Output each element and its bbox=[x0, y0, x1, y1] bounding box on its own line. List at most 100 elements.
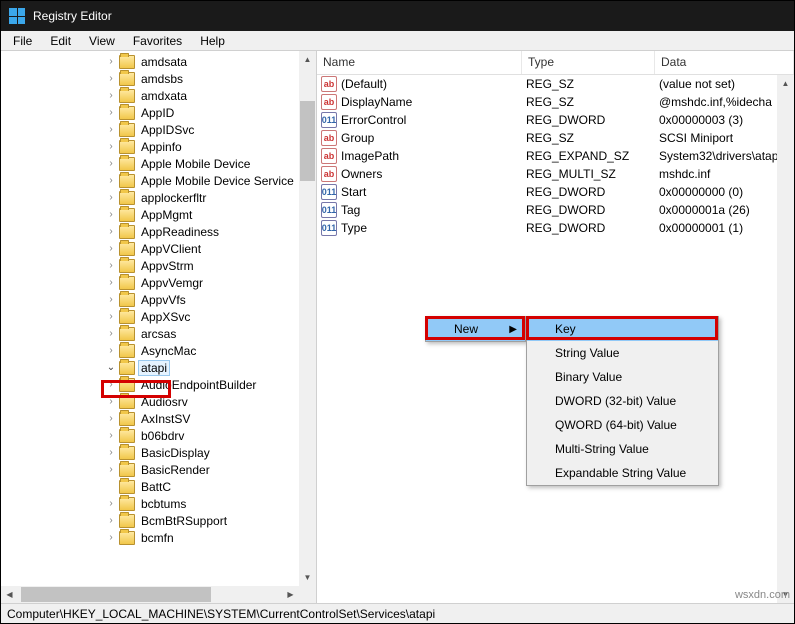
tree-item[interactable]: ›Appinfo bbox=[1, 138, 316, 155]
tree-item[interactable]: ›AppVClient bbox=[1, 240, 316, 257]
chevron-right-icon[interactable]: › bbox=[105, 328, 117, 339]
folder-icon bbox=[119, 497, 135, 511]
tree-item[interactable]: ›AppMgmt bbox=[1, 206, 316, 223]
scroll-thumb[interactable] bbox=[300, 101, 315, 181]
tree-item[interactable]: ›AxInstSV bbox=[1, 410, 316, 427]
tree-item[interactable]: ⌄atapi bbox=[1, 359, 316, 376]
scroll-down-icon[interactable]: ▼ bbox=[299, 569, 316, 586]
chevron-right-icon[interactable]: › bbox=[105, 175, 117, 186]
list-row[interactable]: abDisplayNameREG_SZ@mshdc.inf,%idecha bbox=[317, 93, 794, 111]
list-row[interactable]: 011ErrorControlREG_DWORD0x00000003 (3) bbox=[317, 111, 794, 129]
chevron-right-icon[interactable]: › bbox=[105, 56, 117, 67]
tree-item-label: BattC bbox=[139, 480, 173, 494]
tree-item[interactable]: › Apple Mobile Device Service bbox=[1, 172, 316, 189]
scroll-right-icon[interactable]: ▶ bbox=[282, 586, 299, 603]
tree-item-label: BcmBtRSupport bbox=[139, 514, 229, 528]
tree-item[interactable]: ›BasicDisplay bbox=[1, 444, 316, 461]
folder-icon bbox=[119, 276, 135, 290]
tree-item[interactable]: ›AsyncMac bbox=[1, 342, 316, 359]
chevron-right-icon[interactable]: › bbox=[105, 430, 117, 441]
submenu-item[interactable]: Key bbox=[527, 317, 718, 341]
tree-item[interactable]: ›amdsbs bbox=[1, 70, 316, 87]
submenu-item[interactable]: String Value bbox=[527, 341, 718, 365]
submenu-item[interactable]: DWORD (32-bit) Value bbox=[527, 389, 718, 413]
chevron-right-icon[interactable]: › bbox=[105, 464, 117, 475]
tree-scrollbar-vertical[interactable]: ▲ ▼ bbox=[299, 51, 316, 586]
chevron-right-icon[interactable]: › bbox=[105, 294, 117, 305]
tree-item[interactable]: ›bcmfn bbox=[1, 529, 316, 546]
chevron-right-icon[interactable]: › bbox=[105, 124, 117, 135]
scroll-left-icon[interactable]: ◀ bbox=[1, 586, 18, 603]
chevron-right-icon[interactable]: › bbox=[105, 311, 117, 322]
menu-edit[interactable]: Edit bbox=[42, 32, 79, 50]
tree-item[interactable]: ›AppvStrm bbox=[1, 257, 316, 274]
tree-item[interactable]: ›AppIDSvc bbox=[1, 121, 316, 138]
context-new[interactable]: New ▶ bbox=[426, 317, 525, 341]
tree-item[interactable]: ›AppvVfs bbox=[1, 291, 316, 308]
list-scrollbar-vertical[interactable]: ▲ ▼ bbox=[777, 75, 794, 603]
tree-item[interactable]: ›AppReadiness bbox=[1, 223, 316, 240]
chevron-right-icon[interactable]: › bbox=[105, 192, 117, 203]
column-type[interactable]: Type bbox=[522, 51, 655, 74]
list-row[interactable]: abOwnersREG_MULTI_SZmshdc.inf bbox=[317, 165, 794, 183]
menu-file[interactable]: File bbox=[5, 32, 40, 50]
chevron-right-icon[interactable]: › bbox=[105, 209, 117, 220]
tree-item[interactable]: ›AudioEndpointBuilder bbox=[1, 376, 316, 393]
tree-item[interactable]: ›AppXSvc bbox=[1, 308, 316, 325]
tree-item[interactable]: ›Audiosrv bbox=[1, 393, 316, 410]
tree-item[interactable]: ›Apple Mobile Device bbox=[1, 155, 316, 172]
folder-icon bbox=[119, 208, 135, 222]
chevron-right-icon[interactable]: › bbox=[105, 107, 117, 118]
submenu-item[interactable]: Multi-String Value bbox=[527, 437, 718, 461]
menu-help[interactable]: Help bbox=[192, 32, 233, 50]
chevron-right-icon[interactable]: › bbox=[105, 345, 117, 356]
scroll-thumb[interactable] bbox=[21, 587, 211, 602]
scroll-up-icon[interactable]: ▲ bbox=[777, 75, 794, 92]
chevron-right-icon[interactable]: › bbox=[105, 277, 117, 288]
chevron-right-icon[interactable]: › bbox=[105, 413, 117, 424]
tree-item[interactable]: ›BasicRender bbox=[1, 461, 316, 478]
list-row[interactable]: 011TagREG_DWORD0x0000001a (26) bbox=[317, 201, 794, 219]
chevron-right-icon[interactable]: › bbox=[105, 141, 117, 152]
column-name[interactable]: Name bbox=[317, 51, 522, 74]
chevron-right-icon[interactable]: › bbox=[105, 260, 117, 271]
chevron-down-icon[interactable]: ⌄ bbox=[105, 362, 117, 373]
tree-item[interactable]: ›AppID bbox=[1, 104, 316, 121]
tree-item[interactable]: › BcmBtRSupport bbox=[1, 512, 316, 529]
chevron-right-icon[interactable]: › bbox=[105, 447, 117, 458]
submenu-item[interactable]: Expandable String Value bbox=[527, 461, 718, 485]
list-row[interactable]: abImagePathREG_EXPAND_SZSystem32\drivers… bbox=[317, 147, 794, 165]
tree-item[interactable]: ›amdsata bbox=[1, 53, 316, 70]
submenu-item[interactable]: QWORD (64-bit) Value bbox=[527, 413, 718, 437]
list-row[interactable]: ab(Default)REG_SZ(value not set) bbox=[317, 75, 794, 93]
tree-item[interactable]: ›applockerfltr bbox=[1, 189, 316, 206]
list-row[interactable]: 011StartREG_DWORD0x00000000 (0) bbox=[317, 183, 794, 201]
chevron-right-icon[interactable]: › bbox=[105, 158, 117, 169]
tree-item[interactable]: ›arcsas bbox=[1, 325, 316, 342]
menu-view[interactable]: View bbox=[81, 32, 123, 50]
tree-item-label: Apple Mobile Device Service bbox=[139, 174, 296, 188]
tree-item[interactable]: ›b06bdrv bbox=[1, 427, 316, 444]
chevron-right-icon[interactable]: › bbox=[105, 515, 117, 526]
list-row[interactable]: 011TypeREG_DWORD0x00000001 (1) bbox=[317, 219, 794, 237]
list-row[interactable]: abGroupREG_SZSCSI Miniport bbox=[317, 129, 794, 147]
chevron-right-icon[interactable]: › bbox=[105, 226, 117, 237]
tree-item[interactable]: ›bcbtums bbox=[1, 495, 316, 512]
tree-scrollbar-horizontal[interactable]: ◀ ▶ bbox=[1, 586, 299, 603]
tree-item[interactable]: ›AppvVemgr bbox=[1, 274, 316, 291]
chevron-right-icon[interactable]: › bbox=[105, 532, 117, 543]
submenu-item[interactable]: Binary Value bbox=[527, 365, 718, 389]
tree-item[interactable]: ›amdxata bbox=[1, 87, 316, 104]
column-data[interactable]: Data bbox=[655, 51, 794, 74]
chevron-right-icon[interactable]: › bbox=[105, 243, 117, 254]
value-data: 0x00000001 (1) bbox=[659, 221, 794, 235]
folder-icon bbox=[119, 89, 135, 103]
menu-favorites[interactable]: Favorites bbox=[125, 32, 190, 50]
chevron-right-icon[interactable]: › bbox=[105, 73, 117, 84]
scroll-up-icon[interactable]: ▲ bbox=[299, 51, 316, 68]
tree-item[interactable]: BattC bbox=[1, 478, 316, 495]
chevron-right-icon[interactable]: › bbox=[105, 90, 117, 101]
chevron-right-icon[interactable]: › bbox=[105, 396, 117, 407]
chevron-right-icon[interactable]: › bbox=[105, 498, 117, 509]
chevron-right-icon[interactable]: › bbox=[105, 379, 117, 390]
